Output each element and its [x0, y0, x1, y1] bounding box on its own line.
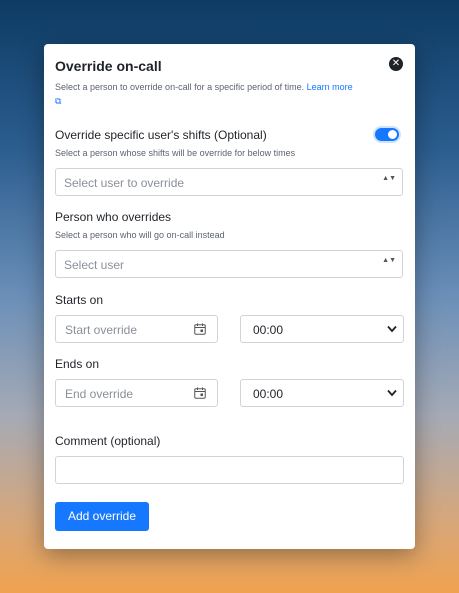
calendar-icon[interactable]: [194, 323, 206, 335]
close-icon[interactable]: ✕: [389, 57, 403, 71]
chevron-down-icon: [387, 325, 397, 333]
overrider-label: Person who overrides: [55, 210, 172, 224]
add-override-button[interactable]: Add override: [55, 502, 149, 531]
user-to-override-select[interactable]: Select user to override ▲▼: [55, 168, 403, 196]
toggle-knob: [388, 130, 397, 139]
external-link-icon[interactable]: ⧉: [55, 96, 61, 106]
overrider-select[interactable]: Select user ▲▼: [55, 250, 403, 278]
starts-on-label: Starts on: [55, 293, 104, 307]
overrider-placeholder: Select user: [64, 258, 125, 272]
overrider-description: Select a person who will go on-call inst…: [55, 230, 225, 240]
start-date-placeholder: Start override: [65, 323, 138, 337]
comment-label: Comment (optional): [55, 434, 161, 448]
end-time-select[interactable]: 00:00: [240, 379, 404, 407]
modal-description: Select a person to override on-call for …: [55, 80, 405, 108]
calendar-icon[interactable]: [194, 387, 206, 399]
chevron-down-icon: ▲▼: [382, 257, 396, 264]
override-oncall-modal: Override on-call ✕ Select a person to ov…: [44, 44, 415, 549]
end-time-value: 00:00: [253, 387, 284, 401]
learn-more-link[interactable]: Learn more: [307, 82, 353, 92]
end-date-placeholder: End override: [65, 387, 134, 401]
override-shifts-description: Select a person whose shifts will be ove…: [55, 148, 296, 158]
chevron-down-icon: [387, 389, 397, 397]
start-time-select[interactable]: 00:00: [240, 315, 404, 343]
chevron-down-icon: ▲▼: [382, 175, 396, 182]
override-shifts-toggle[interactable]: [375, 128, 399, 141]
modal-description-text: Select a person to override on-call for …: [55, 82, 305, 92]
comment-input[interactable]: [55, 456, 404, 484]
start-time-value: 00:00: [253, 323, 284, 337]
modal-title: Override on-call: [55, 58, 162, 74]
ends-on-label: Ends on: [55, 357, 100, 371]
end-date-input[interactable]: End override: [55, 379, 218, 407]
start-date-input[interactable]: Start override: [55, 315, 218, 343]
override-shifts-label: Override specific user's shifts (Optiona…: [55, 128, 267, 142]
user-to-override-placeholder: Select user to override: [64, 176, 185, 190]
